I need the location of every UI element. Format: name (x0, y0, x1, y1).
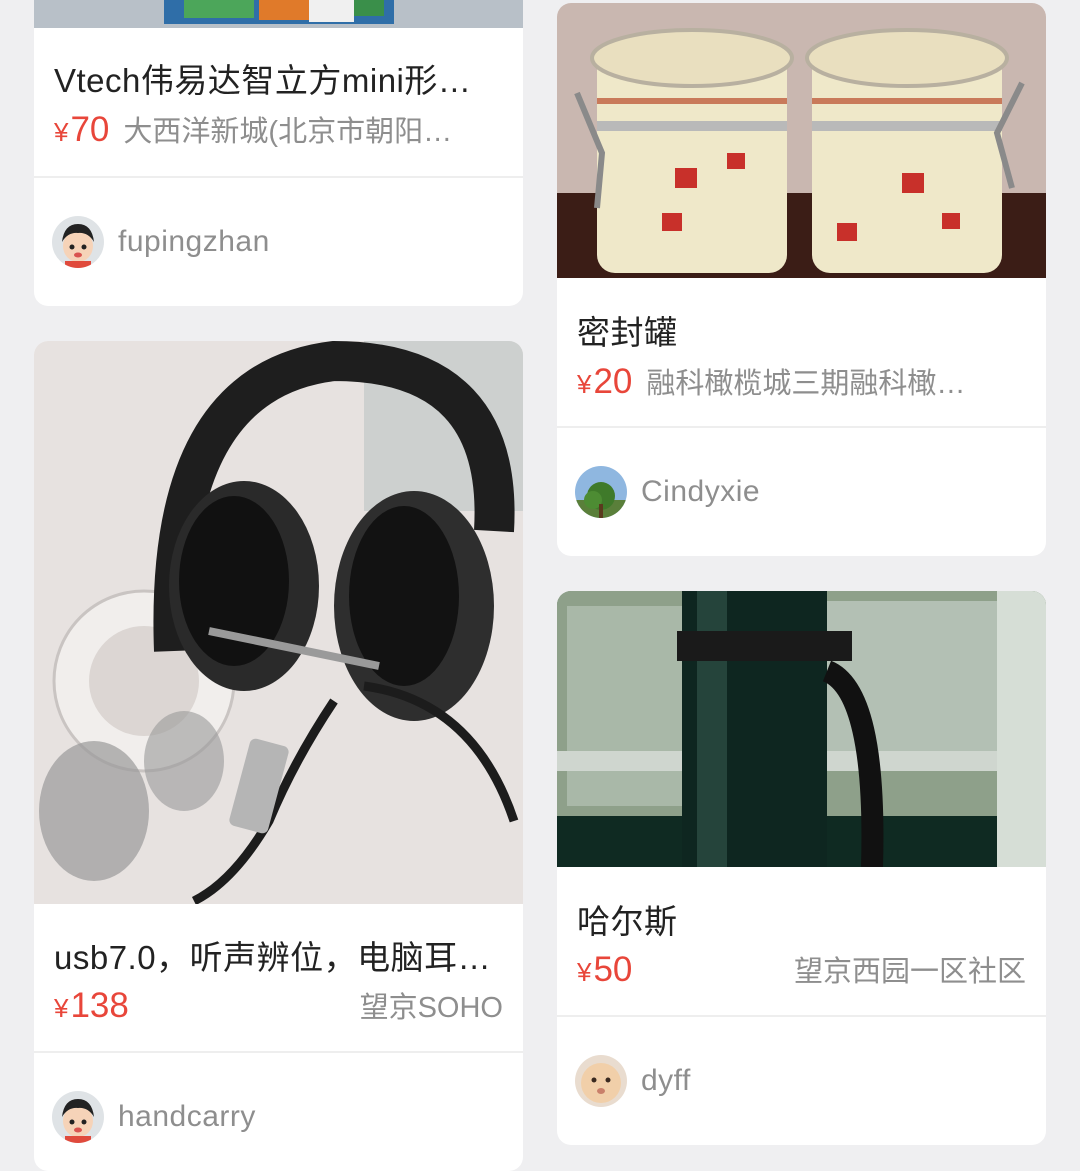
divider (34, 176, 523, 178)
product-photo[interactable] (557, 3, 1046, 278)
thermos-image (557, 591, 1046, 867)
price-row: ¥ 138 望京SOHO (54, 984, 503, 1028)
product-location: 大西洋新城(北京市朝阳… (123, 116, 453, 148)
seller-info[interactable]: Cindyxie (575, 465, 760, 519)
divider (557, 1015, 1046, 1017)
tree-photo-avatar-icon[interactable] (575, 466, 627, 518)
seller-info[interactable]: dyff (575, 1054, 691, 1108)
seller-info[interactable]: handcarry (52, 1090, 256, 1144)
baby-photo-avatar-icon[interactable] (575, 1055, 627, 1107)
currency-symbol: ¥ (54, 993, 69, 1023)
product-price: 70 (70, 110, 110, 149)
jars-image (557, 3, 1046, 278)
product-photo[interactable] (34, 0, 523, 28)
product-card[interactable]: 密封罐 ¥ 20 融科橄榄城三期融科橄… Cindyxie (557, 3, 1046, 556)
product-card[interactable]: Vtech伟易达智立方mini形… ¥ 70 大西洋新城(北京市朝阳… fupi… (34, 0, 523, 306)
seller-name[interactable]: fupingzhan (118, 225, 270, 259)
seller-name[interactable]: handcarry (118, 1100, 256, 1134)
currency-symbol: ¥ (577, 369, 592, 399)
price-row: ¥ 50 望京西园一区社区 (577, 948, 1026, 992)
product-photo[interactable] (34, 341, 523, 904)
product-title[interactable]: Vtech伟易达智立方mini形… (54, 54, 499, 102)
product-location: 融科橄榄城三期融科橄… (646, 368, 966, 400)
divider (34, 1051, 523, 1053)
product-title[interactable]: 密封罐 (577, 306, 1022, 354)
seller-name[interactable]: Cindyxie (641, 475, 760, 509)
currency-symbol: ¥ (577, 957, 592, 987)
product-location: 望京西园一区社区 (793, 956, 1026, 988)
product-title[interactable]: usb7.0，听声辨位，电脑耳… (54, 931, 499, 979)
product-photo[interactable] (557, 591, 1046, 867)
seller-info[interactable]: fupingzhan (52, 215, 270, 269)
product-price: 138 (70, 986, 129, 1025)
price-row: ¥ 20 融科橄榄城三期融科橄… (577, 360, 1026, 404)
headphones-image (34, 341, 523, 904)
cartoon-boy-avatar-icon[interactable] (52, 216, 104, 268)
currency-symbol: ¥ (54, 117, 69, 147)
product-card[interactable]: usb7.0，听声辨位，电脑耳… ¥ 138 望京SOHO handcarry (34, 341, 523, 1171)
product-title[interactable]: 哈尔斯 (577, 895, 1022, 943)
toy-image (34, 0, 523, 28)
product-price: 50 (593, 950, 633, 989)
cartoon-boy-avatar-icon[interactable] (52, 1091, 104, 1143)
product-card[interactable]: 哈尔斯 ¥ 50 望京西园一区社区 dyff (557, 591, 1046, 1145)
product-location: 望京SOHO (359, 992, 503, 1024)
seller-name[interactable]: dyff (641, 1064, 691, 1098)
price-row: ¥ 70 大西洋新城(北京市朝阳… (54, 108, 503, 152)
product-price: 20 (593, 362, 633, 401)
divider (557, 426, 1046, 428)
